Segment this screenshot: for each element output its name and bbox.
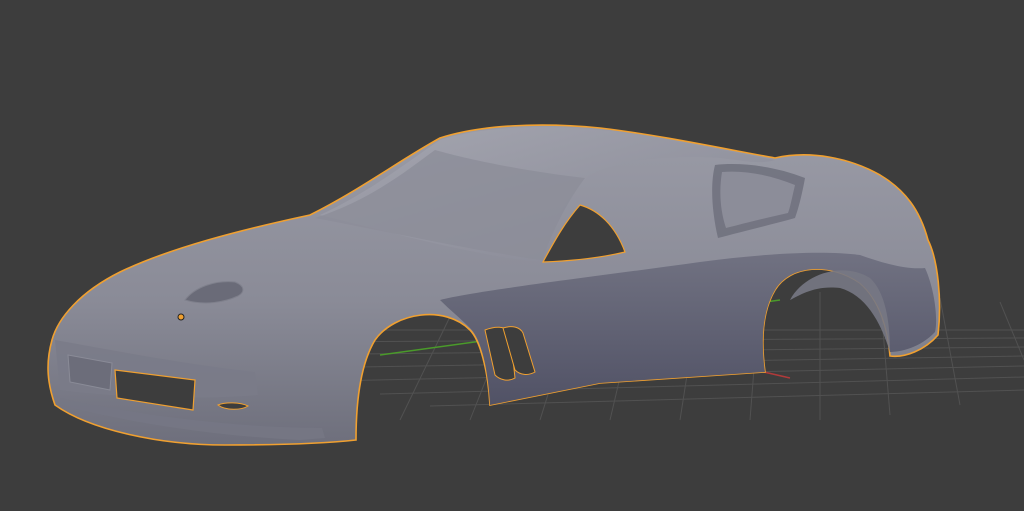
- viewport-canvas[interactable]: [0, 0, 1024, 511]
- car-body[interactable]: [47, 124, 941, 446]
- 3d-viewport[interactable]: [0, 0, 1024, 511]
- object-origin[interactable]: [177, 313, 185, 321]
